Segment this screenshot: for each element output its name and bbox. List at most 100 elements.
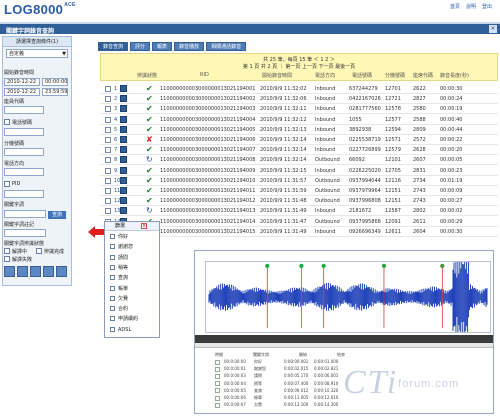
keyword-marker-dot[interactable] [299, 263, 304, 269]
keyword-marker-dot[interactable] [321, 263, 326, 269]
tab-related[interactable]: 相關通話錄音 [206, 42, 247, 51]
keyword-marker-dot[interactable] [440, 263, 445, 269]
rid-cell[interactable]: 110000000003000000013021194004 [160, 117, 255, 123]
option-checkbox[interactable] [110, 254, 115, 260]
table-row[interactable]: 12 ✔ 110000000003000000013021194012 2010/9/… [100, 196, 498, 207]
filter-option[interactable]: 查詢 [110, 274, 128, 283]
close-button[interactable]: × [489, 25, 497, 33]
option-checkbox[interactable] [110, 264, 115, 270]
rid-cell[interactable]: 110000000003000000013021194002 [160, 96, 255, 102]
download-icon[interactable] [120, 166, 127, 174]
row-checkbox[interactable] [105, 167, 111, 174]
grid-row[interactable]: 00:0:00:00 你好 0:00:00.001 0:00:01.000 [215, 359, 344, 366]
rid-cell[interactable]: 110000000003000000013021194005 [160, 127, 255, 133]
table-row[interactable]: 10 ✔ 110000000003000000013021194010 2010/9/… [100, 176, 498, 186]
grid-row[interactable]: 00:0:00:01 謝謝您 0:00:02.015 0:00:02.821 [215, 366, 344, 373]
filter-option[interactable]: 稍等 [110, 264, 128, 273]
table-row[interactable]: 9 ✔ 110000000003000000013021194009 2010/9/9… [100, 166, 498, 176]
rid-cell[interactable]: 110000000003000000013021194003 [160, 106, 255, 112]
row-checkbox[interactable] [105, 86, 111, 92]
download-icon[interactable] [120, 125, 127, 133]
download-icon[interactable] [120, 146, 127, 154]
grid-row[interactable]: 00:0:00:03 請問 0:00:05.170 0:00:06.001 [215, 373, 344, 380]
download-icon[interactable] [120, 187, 127, 194]
rid-cell[interactable]: 110000000003000000013021194015 [160, 229, 255, 235]
row-checkbox[interactable] [105, 147, 111, 154]
filter-option[interactable]: 謝謝您 [110, 243, 133, 252]
option-checkbox[interactable] [110, 295, 115, 301]
download-icon[interactable] [120, 136, 127, 143]
table-row[interactable]: 2 ✔ 110000000003000000013021194002 2010/9/9… [100, 94, 498, 105]
camera-icon[interactable] [43, 266, 54, 277]
player-scroll[interactable] [195, 343, 493, 348]
pagination[interactable]: 第 1 頁 共 2 頁 ｜ 第一頁 上一頁 下一頁 最後一頁 [101, 63, 497, 70]
phone-field[interactable] [4, 128, 44, 136]
table-row[interactable]: 7 ✔ 110000000003000000013021194007 2010/9/9… [100, 145, 498, 156]
download-icon[interactable] [120, 95, 127, 103]
rid-cell[interactable]: 110000000003000000013021194013 [160, 208, 255, 214]
filter-option[interactable]: 帳單 [110, 285, 128, 294]
status-checkbox[interactable] [4, 248, 10, 254]
close-icon[interactable]: × [141, 223, 147, 229]
keyword-marker-dot[interactable] [265, 263, 270, 269]
globe-icon[interactable] [56, 266, 67, 277]
phone-checkbox[interactable] [4, 119, 10, 125]
option-checkbox[interactable] [110, 275, 115, 281]
rid-cell[interactable]: 110000000003000000013021194014 [160, 219, 255, 225]
keyword-note-field[interactable] [4, 229, 46, 237]
row-checkbox[interactable] [105, 188, 111, 194]
row-checkbox[interactable] [105, 126, 111, 133]
tab-score[interactable]: 評分 [130, 42, 151, 51]
grid-row[interactable]: 00:0:00:04 稍等 0:00:07.400 0:00:08.910 [215, 381, 344, 388]
download-icon[interactable] [120, 176, 127, 184]
filter-option[interactable]: ADSL [110, 326, 131, 335]
filter-option[interactable]: 你好 [110, 233, 128, 242]
pid-field[interactable] [4, 190, 44, 198]
top-link[interactable]: 首頁 [450, 3, 460, 10]
rid-cell[interactable]: 110000000003000000013021194011 [160, 188, 255, 194]
tab-recording-query[interactable]: 錄音查詢 [98, 42, 129, 51]
download-icon[interactable] [120, 105, 127, 113]
download-icon[interactable] [120, 207, 127, 215]
grid-row[interactable]: 00:0:00:05 查詢 0:00:09.012 0:00:10.320 [215, 388, 344, 395]
keyword-marker-dot[interactable] [381, 263, 387, 269]
option-checkbox[interactable] [110, 326, 115, 332]
user-icon[interactable] [30, 266, 41, 277]
query-button[interactable]: 查詢 [48, 211, 66, 219]
top-link[interactable]: 登出 [482, 3, 492, 10]
keyword-field[interactable] [4, 210, 46, 218]
table-row[interactable]: 13 ↻ 110000000003000000013021194013 2010/9/… [100, 206, 498, 217]
rid-cell[interactable]: 110000000003000000013021194012 [160, 198, 255, 204]
tab-report[interactable]: 報表 [152, 42, 173, 51]
status-checkbox[interactable] [36, 248, 42, 254]
rid-cell[interactable]: 110000000003000000013021194006 [160, 137, 255, 143]
rid-cell[interactable]: 110000000003000000013021194010 [160, 178, 255, 184]
option-checkbox[interactable] [110, 285, 115, 291]
row-checkbox[interactable] [105, 137, 111, 143]
grid-row[interactable]: 00:0:00:06 帳單 0:00:11.005 0:00:12.010 [215, 395, 344, 402]
filter-option[interactable]: 欠費 [110, 295, 128, 304]
rid-cell[interactable]: 110000000003000000013021194001 [160, 86, 255, 92]
tab-playback[interactable]: 錄音播放 [174, 42, 205, 51]
ext-field[interactable] [4, 148, 44, 156]
print-icon[interactable] [17, 266, 28, 277]
start-date-field[interactable]: 2010-12-22 [4, 78, 40, 86]
export-icon[interactable] [4, 266, 15, 277]
row-checkbox[interactable] [105, 157, 111, 164]
row-checkbox[interactable] [105, 96, 111, 103]
table-row[interactable]: 1 ✔ 110000000003000000013021194001 2010/9/9… [100, 84, 498, 94]
filter-option[interactable]: 申請續約 [110, 315, 138, 324]
option-checkbox[interactable] [110, 306, 115, 312]
rid-cell[interactable]: 110000000003000000013021194007 [160, 147, 255, 153]
row-checkbox[interactable] [105, 106, 111, 113]
option-checkbox[interactable] [110, 234, 115, 239]
filter-option[interactable]: 合約 [110, 305, 128, 314]
end-date-field[interactable]: 2010-12-22 [4, 88, 40, 96]
table-row[interactable]: 8 ↻ 110000000003000000013021194008 2010/9/9… [100, 155, 498, 166]
agent-field[interactable] [4, 106, 44, 114]
status-checkbox[interactable] [4, 256, 10, 262]
option-checkbox[interactable] [110, 244, 115, 250]
end-time-field[interactable]: 23:59:59 [42, 88, 68, 96]
table-row[interactable]: 5 ✔ 110000000003000000013021194005 2010/9/9… [100, 125, 498, 135]
option-checkbox[interactable] [110, 316, 115, 322]
